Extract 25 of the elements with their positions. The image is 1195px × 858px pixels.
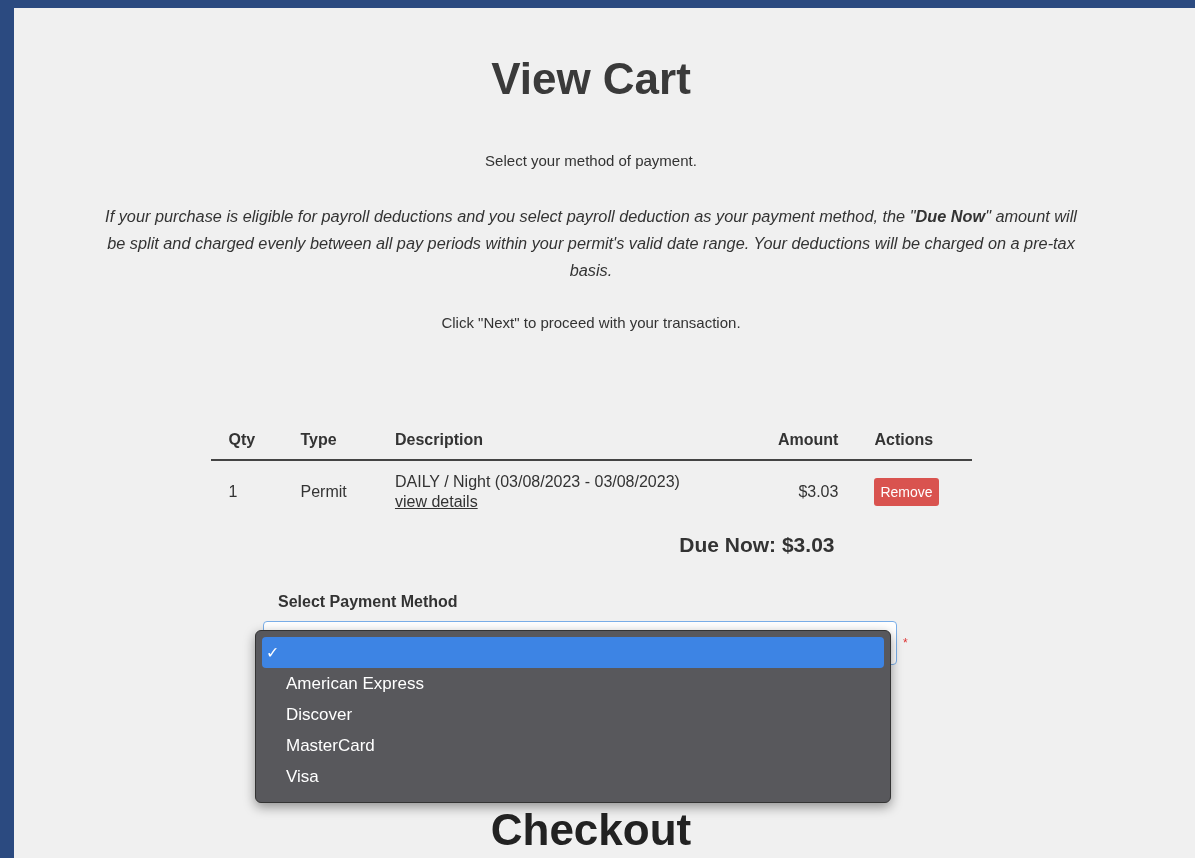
column-header: Type (282, 423, 377, 460)
dropdown-option[interactable]: ✓ (262, 637, 884, 668)
page-title: View Cart (491, 54, 691, 104)
table-cell: 1 (210, 460, 283, 523)
description-text: DAILY / Night (03/08/2023 - 03/08/2023) (394, 473, 681, 491)
column-header: Amount (745, 423, 857, 460)
details-link[interactable]: view details (394, 493, 478, 511)
payroll-note: If your purchase is eligible for payroll deductions and you select payroll deduction as your payment method, the "Due Now" amount will be split and charged evenly between all pay periods within your permit's valid date range. Your deductions will be charged on a pre-tax basis. (104, 206, 1079, 281)
column-header: Qty (210, 423, 283, 460)
intro-text: Select your method of payment. (485, 152, 697, 169)
required-mark: * (903, 636, 908, 650)
dropdown-option[interactable]: Discover (262, 699, 884, 730)
field-label: Select Payment Method (278, 593, 458, 611)
table-cell: Permit (282, 460, 377, 523)
remove-button[interactable]: Remove (874, 478, 939, 506)
table-cell: $3.03 (745, 460, 857, 523)
column-header: Actions (856, 423, 972, 460)
check-icon: ✓ (266, 643, 279, 662)
checkout-heading: Checkout (490, 805, 692, 855)
dropdown-option[interactable]: Visa (262, 761, 884, 792)
due-now-total: Due Now: $3.03 (679, 533, 835, 557)
dropdown-option[interactable]: American Express (262, 668, 884, 699)
instruction-text: Click "Next" to proceed with your transaction. (441, 314, 741, 331)
dropdown-option[interactable]: MasterCard (262, 730, 884, 761)
column-header: Description (376, 423, 746, 460)
